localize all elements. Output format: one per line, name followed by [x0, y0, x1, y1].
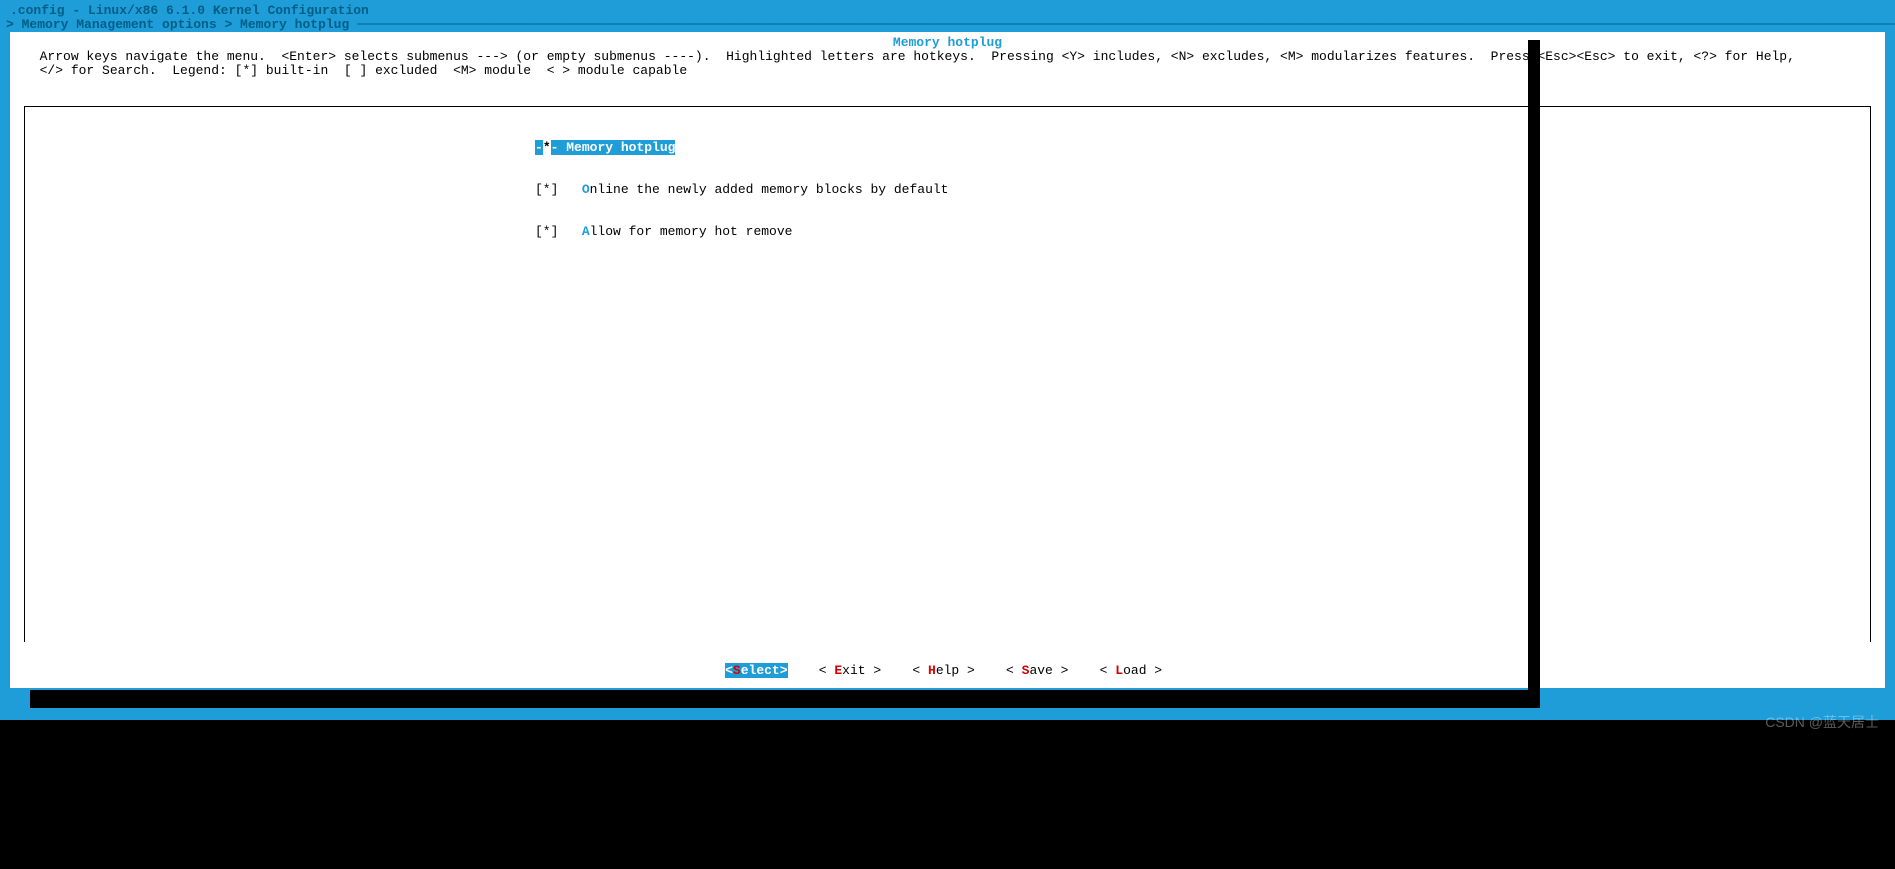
menu-item-hot-remove[interactable]: [*] Allow for memory hot remove [25, 225, 1870, 239]
select-button[interactable]: <Select> [725, 663, 787, 678]
exit-button[interactable]: < Exit > [819, 663, 889, 678]
breadcrumb: > Memory Management options > Memory hot… [4, 18, 1895, 32]
watermark: CSDN @蓝天居士 [1765, 715, 1879, 729]
terminal-window: .config - Linux/x86 6.1.0 Kernel Configu… [0, 0, 1895, 720]
save-button[interactable]: < Save > [1006, 663, 1076, 678]
button-bar: <Select> < Exit > < Help > < Save > < Lo… [24, 664, 1871, 678]
load-button[interactable]: < Load > [1100, 663, 1170, 678]
help-text: Arrow keys navigate the menu. <Enter> se… [24, 50, 1871, 78]
config-title: .config - Linux/x86 6.1.0 Kernel Configu… [4, 4, 1895, 18]
window-shadow-right [1528, 40, 1540, 708]
menu-item-memory-hotplug[interactable]: -*- Memory hotplug [25, 141, 1870, 155]
window-shadow-bottom [30, 690, 1540, 708]
help-button[interactable]: < Help > [912, 663, 982, 678]
menu-list-box: -*- Memory hotplug [*] Online the newly … [24, 106, 1871, 642]
main-dialog: Memory hotplug Arrow keys navigate the m… [10, 32, 1885, 688]
menu-item-online-blocks[interactable]: [*] Online the newly added memory blocks… [25, 183, 1870, 197]
menu-title: Memory hotplug [24, 36, 1871, 50]
menu-items[interactable]: -*- Memory hotplug [*] Online the newly … [25, 107, 1870, 267]
